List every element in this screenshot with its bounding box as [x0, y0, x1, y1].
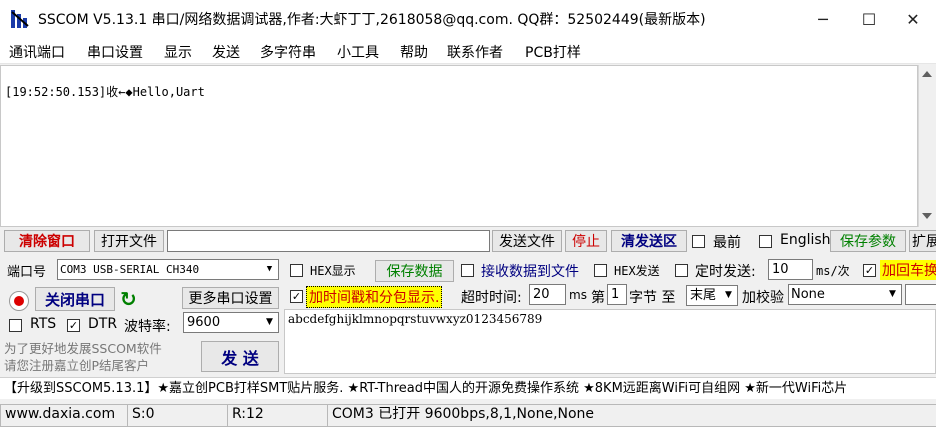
hex-send-checkbox[interactable]	[594, 264, 607, 277]
port-status-indicator	[9, 291, 29, 311]
news-ticker[interactable]: 【升级到SSCOM5.13.1】★嘉立创PCB打样SMT贴片服务. ★RT-Th…	[0, 377, 936, 399]
send-textarea[interactable]: abcdefghijklmnopqrstuvwxyz0123456789	[284, 309, 936, 374]
timed-send-checkbox[interactable]	[675, 264, 688, 277]
timeout-unit: ms	[569, 288, 587, 302]
expand-button[interactable]: 扩展	[909, 230, 936, 252]
minimize-icon: ─	[818, 9, 828, 29]
timeout-input[interactable]: 20	[529, 284, 566, 305]
timestamp-checkbox[interactable]: ✓	[290, 290, 303, 303]
port-select[interactable]: COM3 USB-SERIAL CH340 ▼	[57, 259, 279, 280]
byte-prefix-label: 第	[591, 290, 605, 306]
recv-to-file-label: 接收数据到文件	[481, 264, 579, 280]
clear-send-button[interactable]: 清发送区	[611, 230, 687, 252]
maximize-button[interactable]: ☐	[846, 0, 892, 38]
chevron-down-icon[interactable]: ▼	[261, 313, 278, 332]
topmost-label: 最前	[713, 235, 741, 251]
baud-value: 9600	[187, 315, 221, 330]
add-crlf-checkbox[interactable]: ✓	[863, 264, 876, 277]
clear-window-button[interactable]: 清除窗口	[4, 230, 90, 252]
close-port-button[interactable]: 关闭串口	[35, 287, 115, 311]
app-icon	[11, 10, 29, 28]
menu-tools[interactable]: 小工具	[337, 42, 379, 62]
red-light-icon	[14, 296, 24, 306]
add-crlf-label: 加回车换行	[880, 260, 936, 280]
promo-text[interactable]: 为了更好地发展SSCOM软件 请您注册嘉立创P结尾客户	[4, 340, 194, 374]
scroll-up-icon[interactable]	[922, 71, 932, 77]
close-icon: ✕	[906, 9, 920, 29]
checksum-select[interactable]: None ▼	[788, 284, 902, 305]
interval-input[interactable]: 10	[768, 259, 813, 280]
sent-count: S:0	[127, 404, 231, 427]
baud-select[interactable]: 9600 ▼	[183, 312, 279, 333]
stop-button[interactable]: 停止	[565, 230, 607, 252]
port-label: 端口号	[7, 265, 47, 280]
minimize-button[interactable]: ─	[800, 0, 846, 38]
topmost-checkbox[interactable]	[692, 235, 705, 248]
end-select[interactable]: 末尾 ▼	[686, 285, 738, 306]
checksum-output	[905, 284, 936, 305]
menu-pcb[interactable]: PCB打样	[525, 42, 581, 62]
send-button[interactable]: 发 送	[201, 341, 279, 372]
menu-contact-author[interactable]: 联系作者	[447, 42, 503, 62]
hex-send-label: HEX发送	[614, 264, 660, 278]
website-link[interactable]: www.daxia.com	[0, 404, 131, 427]
checksum-label: 加校验	[742, 290, 784, 306]
more-port-settings-button[interactable]: 更多串口设置	[182, 287, 279, 309]
baud-label: 波特率:	[124, 319, 171, 335]
close-button[interactable]: ✕	[890, 0, 936, 38]
end-value: 末尾	[690, 288, 717, 303]
hex-display-checkbox[interactable]	[290, 264, 303, 277]
port-value: COM3 USB-SERIAL CH340	[60, 263, 200, 276]
status-bar: www.daxia.com S:0 R:12 COM3 已打开 9600bps,…	[0, 402, 936, 427]
send-text: abcdefghijklmnopqrstuvwxyz0123456789	[288, 312, 543, 326]
received-count: R:12	[227, 404, 331, 427]
send-file-button[interactable]: 发送文件	[492, 230, 562, 252]
save-params-button[interactable]: 保存参数	[830, 230, 906, 252]
window-title: SSCOM V5.13.1 串口/网络数据调试器,作者:大虾丁丁,2618058…	[38, 12, 706, 28]
dtr-label: DTR	[88, 316, 118, 332]
refresh-icon[interactable]: ↻	[120, 287, 137, 311]
receive-line: [19:52:50.153]收←◆Hello,Uart	[5, 85, 205, 99]
menu-send[interactable]: 发送	[212, 42, 240, 62]
dtr-checkbox[interactable]: ✓	[67, 319, 80, 332]
hex-display-label: HEX显示	[310, 264, 356, 278]
english-checkbox[interactable]	[759, 235, 772, 248]
rts-label: RTS	[30, 316, 57, 332]
menu-comm-port[interactable]: 通讯端口	[9, 42, 65, 62]
chevron-down-icon[interactable]: ▼	[720, 286, 737, 305]
menu-serial-settings[interactable]: 串口设置	[87, 42, 143, 62]
receive-scrollbar[interactable]	[918, 65, 936, 227]
timeout-label: 超时时间:	[461, 290, 522, 306]
chevron-down-icon[interactable]: ▼	[261, 260, 278, 279]
interval-unit: ms/次	[816, 264, 850, 278]
scroll-down-icon[interactable]	[922, 213, 932, 219]
recv-to-file-checkbox[interactable]	[461, 264, 474, 277]
save-data-button[interactable]: 保存数据	[375, 260, 454, 282]
byte-range-label: 字节 至	[629, 290, 676, 306]
title-bar: SSCOM V5.13.1 串口/网络数据调试器,作者:大虾丁丁,2618058…	[0, 0, 936, 38]
file-path-input[interactable]	[167, 230, 490, 252]
byte-start-input[interactable]: 1	[607, 284, 627, 305]
menu-multi-string[interactable]: 多字符串	[260, 42, 316, 62]
menu-help[interactable]: 帮助	[400, 42, 428, 62]
rts-checkbox[interactable]	[9, 319, 22, 332]
english-label: English	[780, 232, 831, 248]
chevron-down-icon[interactable]: ▼	[884, 285, 901, 304]
checksum-value: None	[791, 287, 825, 302]
timestamp-label: 加时间戳和分包显示.	[306, 286, 443, 308]
timed-send-label: 定时发送:	[695, 264, 756, 280]
menu-bar: 通讯端口 串口设置 显示 发送 多字符串 小工具 帮助 联系作者 PCB打样	[0, 38, 936, 64]
maximize-icon: ☐	[861, 9, 877, 29]
open-file-button[interactable]: 打开文件	[94, 230, 164, 252]
port-status: COM3 已打开 9600bps,8,1,None,None	[327, 404, 936, 427]
menu-display[interactable]: 显示	[164, 42, 192, 62]
